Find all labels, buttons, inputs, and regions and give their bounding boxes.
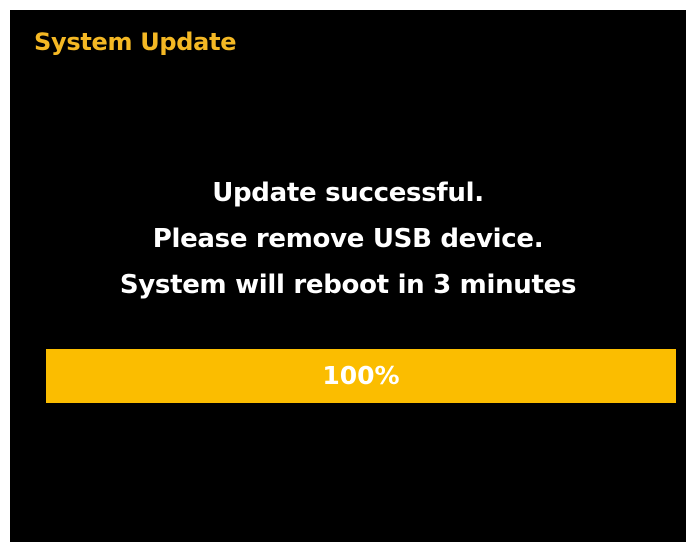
status-message: Update successful. Please remove USB dev… <box>10 170 686 308</box>
progress-percent-label: 100% <box>322 361 400 390</box>
status-line-success: Update successful. <box>212 178 484 208</box>
status-line-remove-usb: Please remove USB device. <box>152 224 544 254</box>
screen-title: System Update <box>34 28 237 56</box>
update-screen: System Update Update successful. Please … <box>10 10 686 542</box>
progress-bar: 100% <box>46 349 676 403</box>
status-line-reboot: System will reboot in 3 minutes <box>119 270 577 300</box>
